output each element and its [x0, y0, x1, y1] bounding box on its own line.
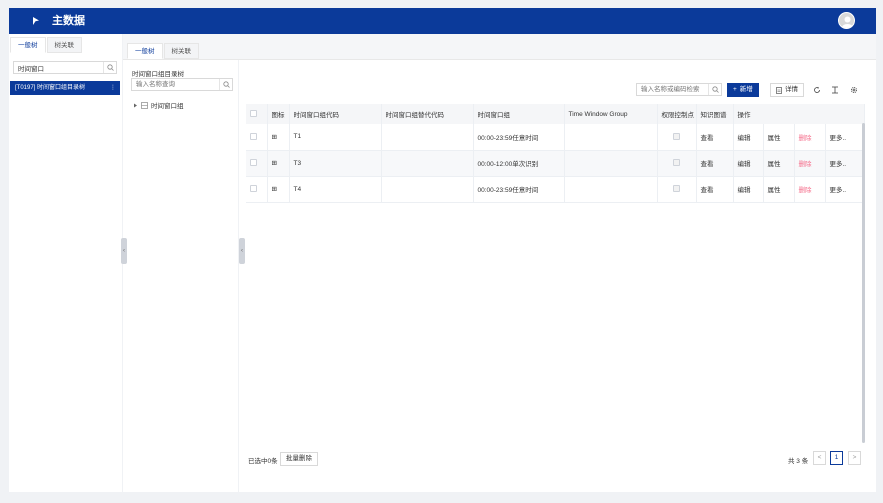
- page-1-button[interactable]: 1: [830, 451, 843, 465]
- left-tree-item-selected[interactable]: [T0197] 时间窗口组目录树 ⋮: [10, 81, 120, 95]
- column-header-permission: 权限控制点: [657, 104, 697, 124]
- row-code: T3: [289, 150, 382, 177]
- row-tw-group: [564, 124, 658, 151]
- tab-tree-association[interactable]: 树关联: [163, 43, 199, 59]
- more-link[interactable]: 更多..: [825, 150, 865, 177]
- row-checkbox[interactable]: [250, 159, 257, 167]
- more-vertical-icon[interactable]: ⋮: [110, 81, 116, 95]
- delete-link[interactable]: 删除: [794, 150, 826, 177]
- left-panel: [9, 34, 122, 492]
- row-checkbox[interactable]: [250, 133, 257, 141]
- column-header-knowledge-graph: 知识图谱: [696, 104, 734, 124]
- props-link[interactable]: 属性: [763, 176, 795, 203]
- search-icon[interactable]: [219, 79, 232, 90]
- selected-count: 已选中0条: [248, 458, 278, 465]
- middle-search-input[interactable]: [132, 79, 232, 90]
- props-link[interactable]: 属性: [763, 150, 795, 177]
- column-header-actions: 操作: [733, 104, 865, 124]
- row-icon: ⊞: [267, 124, 290, 151]
- row-tw-group: [564, 150, 658, 177]
- prev-page-button[interactable]: <: [813, 451, 826, 465]
- column-header-code: 时间窗口组代码: [289, 104, 382, 124]
- tree-node[interactable]: 时间窗口组: [133, 100, 184, 110]
- search-icon[interactable]: [708, 84, 721, 95]
- props-link[interactable]: 属性: [763, 124, 795, 151]
- row-checkbox[interactable]: [250, 185, 257, 193]
- middle-search: [131, 78, 233, 91]
- row-name: 00:00-23:59任意时间: [473, 124, 565, 151]
- row-alt-code: [381, 124, 474, 151]
- edit-link[interactable]: 编辑: [733, 124, 764, 151]
- collapse-middle-handle[interactable]: ‹: [239, 238, 245, 264]
- delete-link[interactable]: 删除: [794, 124, 826, 151]
- left-search-input[interactable]: [14, 62, 116, 73]
- select-all-cell: [246, 104, 268, 124]
- middle-tabs: 一般树 树关联: [127, 43, 200, 59]
- view-link[interactable]: 查看: [696, 124, 734, 151]
- edit-link[interactable]: 编辑: [733, 150, 764, 177]
- table-scrollbar[interactable]: [862, 123, 865, 443]
- logo-icon: [33, 17, 39, 25]
- document-icon: [776, 86, 782, 94]
- tab-general-tree[interactable]: 一般树: [10, 37, 46, 53]
- pagination-total: 共 3 条: [788, 458, 809, 465]
- row-alt-code: [381, 176, 474, 203]
- next-page-button[interactable]: >: [848, 451, 861, 465]
- permission-checkbox: [673, 159, 680, 167]
- content-tabs-bar: [123, 34, 876, 60]
- row-name: 00:00-23:59任意时间: [473, 176, 565, 203]
- tab-tree-association[interactable]: 树关联: [46, 37, 82, 53]
- column-header-icon: 图标: [267, 104, 290, 124]
- data-table: 图标 时间窗口组代码 时间窗口组替代代码 时间窗口组 Time Window G…: [246, 104, 865, 203]
- view-link[interactable]: 查看: [696, 176, 734, 203]
- tree-node-label: 时间窗口组: [151, 103, 184, 110]
- table-row: ⊞ T4 00:00-23:59任意时间 查看 编辑 属性 删除 更多..: [246, 176, 865, 203]
- column-header-alt-code: 时间窗口组替代代码: [381, 104, 474, 124]
- row-alt-code: [381, 150, 474, 177]
- refresh-icon[interactable]: [812, 85, 822, 95]
- row-icon: ⊞: [267, 176, 290, 203]
- more-link[interactable]: 更多..: [825, 124, 865, 151]
- tree-item-label: [T0197] 时间窗口组目录树: [15, 85, 86, 91]
- more-link[interactable]: 更多..: [825, 176, 865, 203]
- plus-icon: +: [733, 86, 737, 93]
- table-row: ⊞ T3 00:00-12:00单次识别 查看 编辑 属性 删除 更多..: [246, 150, 865, 177]
- edit-link[interactable]: 编辑: [733, 176, 764, 203]
- column-header-time-window-group: Time Window Group: [564, 104, 658, 124]
- top-bar: 主数据: [9, 8, 876, 34]
- settings-icon[interactable]: [849, 85, 859, 95]
- row-name: 00:00-12:00单次识别: [473, 150, 565, 177]
- user-icon: [842, 16, 853, 28]
- row-code: T4: [289, 176, 382, 203]
- row-icon: ⊞: [267, 150, 290, 177]
- left-tabs: 一般树 树关联: [10, 37, 83, 53]
- caret-right-icon[interactable]: [133, 103, 138, 108]
- tree-label: 时间窗口组目录树: [132, 71, 184, 78]
- table-search: [636, 83, 722, 96]
- delete-link[interactable]: 删除: [794, 176, 826, 203]
- permission-checkbox: [673, 133, 680, 141]
- row-code: T1: [289, 124, 382, 151]
- folder-icon: [141, 101, 148, 109]
- view-link[interactable]: 查看: [696, 150, 734, 177]
- left-search: [13, 61, 117, 74]
- column-height-icon[interactable]: [830, 85, 840, 95]
- table-header-row: 图标 时间窗口组代码 时间窗口组替代代码 时间窗口组 Time Window G…: [246, 104, 865, 124]
- row-tw-group: [564, 176, 658, 203]
- column-header-name: 时间窗口组: [473, 104, 565, 124]
- table-row: ⊞ T1 00:00-23:59任意时间 查看 编辑 属性 删除 更多..: [246, 124, 865, 151]
- new-button[interactable]: + 新增: [727, 83, 759, 97]
- search-icon[interactable]: [103, 62, 116, 73]
- detail-button[interactable]: 详情: [770, 83, 804, 97]
- app-title: 主数据: [52, 15, 85, 27]
- batch-delete-button[interactable]: 批量删除: [280, 452, 318, 466]
- permission-checkbox: [673, 185, 680, 193]
- collapse-left-handle[interactable]: ‹: [121, 238, 127, 264]
- select-all-checkbox[interactable]: [250, 110, 257, 118]
- tab-general-tree[interactable]: 一般树: [127, 43, 163, 59]
- avatar[interactable]: [838, 12, 855, 29]
